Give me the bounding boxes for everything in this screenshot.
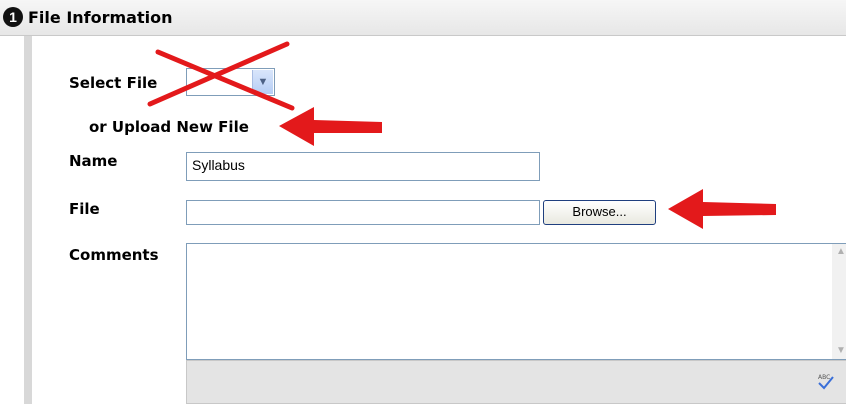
- scroll-down-icon[interactable]: ▼: [833, 343, 846, 359]
- editor-toolbar: ABC: [186, 360, 846, 404]
- scroll-up-icon[interactable]: ▲: [833, 244, 846, 260]
- upload-new-file-label: or Upload New File: [89, 118, 249, 136]
- file-label: File: [69, 200, 100, 218]
- comments-scrollbar[interactable]: ▲ ▼: [832, 244, 846, 359]
- select-file-label: Select File: [69, 74, 158, 92]
- file-path-input[interactable]: [186, 200, 540, 225]
- name-input[interactable]: Syllabus: [186, 152, 540, 181]
- chevron-down-icon[interactable]: ▼: [252, 70, 273, 94]
- section-header: 1 File Information: [0, 0, 846, 36]
- section-left-border: [24, 36, 32, 404]
- comments-textarea[interactable]: ▲ ▼: [186, 243, 846, 360]
- select-file-dropdown[interactable]: ▼: [186, 68, 275, 96]
- comments-label: Comments: [69, 246, 159, 264]
- svg-text:ABC: ABC: [818, 374, 830, 381]
- spellcheck-icon[interactable]: ABC: [816, 371, 836, 391]
- step-number-badge: 1: [3, 7, 23, 27]
- arrow-to-browse-button: [668, 189, 776, 229]
- browse-button[interactable]: Browse...: [543, 200, 656, 225]
- section-title: File Information: [28, 8, 173, 27]
- name-label: Name: [69, 152, 118, 170]
- arrow-to-upload-label: [279, 107, 382, 146]
